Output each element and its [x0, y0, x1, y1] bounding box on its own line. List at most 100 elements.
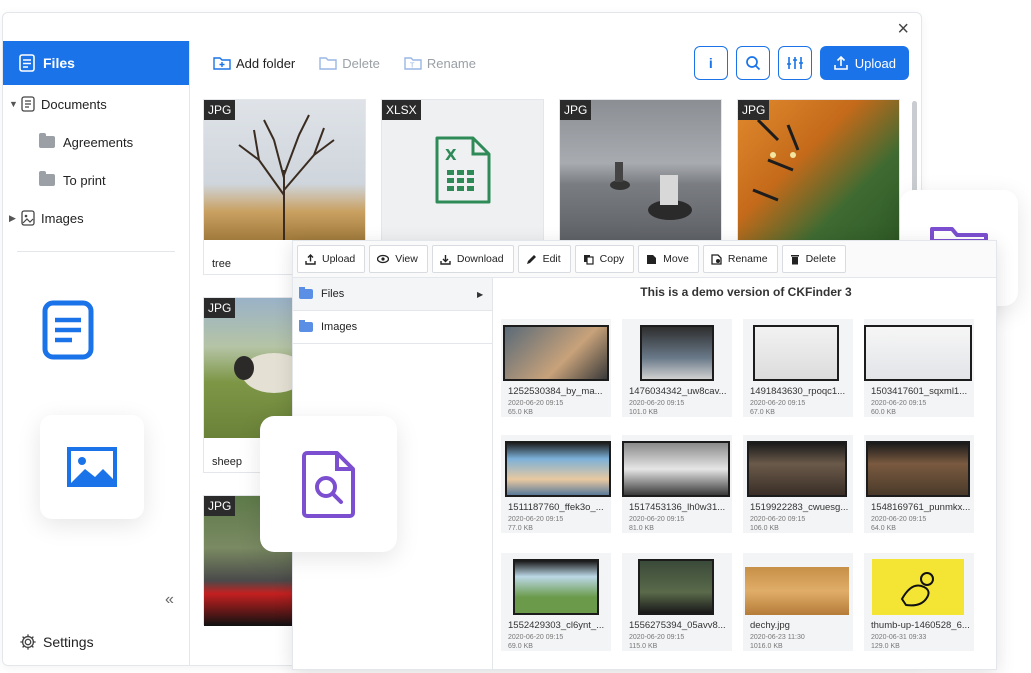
file-meta: 2020-06-20 09:15 64.0 KB — [871, 515, 926, 533]
sidebar-item-label: Images — [41, 210, 84, 226]
chevron-right-icon[interactable]: ▶ — [477, 290, 483, 299]
file-name: 1476034342_uw8cav... — [629, 386, 727, 397]
sidebar-item-images[interactable]: ▶ Images — [3, 199, 189, 237]
download-icon — [440, 254, 451, 265]
rename-button[interactable]: T Rename — [404, 55, 476, 71]
rename-label: Rename — [426, 55, 476, 71]
file-size: 81.0 KB — [629, 525, 654, 532]
download-button[interactable]: Download — [431, 245, 514, 273]
file-meta: 2020-06-20 09:15 77.0 KB — [508, 515, 563, 533]
file-thumbnail — [747, 441, 847, 497]
file-tile[interactable]: 1491843630_rpoqc1... 2020-06-20 09:15 67.… — [743, 319, 853, 417]
search-button[interactable] — [735, 46, 770, 80]
file-tile[interactable]: thumb-up-1460528_6... 2020-06-31 09:33 12… — [864, 553, 974, 651]
view-button[interactable]: View — [369, 245, 428, 273]
sidebar-item-agreements[interactable]: Agreements — [3, 123, 189, 161]
search-file-icon — [301, 451, 355, 518]
file-thumbnail — [622, 441, 730, 497]
search-icon — [745, 56, 760, 71]
sidebar-item-label: Files — [43, 55, 75, 71]
file-thumbnail — [638, 559, 714, 615]
sidebar-item-label: To print — [63, 172, 106, 188]
image-icon — [67, 447, 117, 487]
street-thumbnail — [560, 100, 721, 240]
folder-item-images[interactable]: Images — [293, 311, 492, 344]
file-meta: 2020-06-20 09:15 65.0 KB — [508, 399, 563, 417]
document-icon — [21, 96, 35, 112]
folder-item-files[interactable]: Files ▶ — [293, 278, 492, 311]
file-type-badge: JPG — [204, 100, 236, 120]
download-label: Download — [456, 253, 504, 265]
chevron-down-icon[interactable]: ▼ — [9, 99, 19, 109]
file-meta: 2020-06-23 11:30 1016.0 KB — [750, 633, 805, 651]
file-name: 1552429303_cl6ynt_... — [508, 620, 605, 631]
app-stage: × Files ▼ Documents Agreements To print … — [0, 0, 1031, 673]
tree-thumbnail — [204, 100, 365, 240]
folder-icon — [39, 133, 55, 148]
file-tile[interactable]: 1552429303_cl6ynt_... 2020-06-20 09:15 69… — [501, 553, 611, 651]
copy-button[interactable]: Copy — [574, 245, 635, 273]
file-size: 65.0 KB — [508, 409, 533, 416]
file-meta: 2020-06-20 09:15 67.0 KB — [750, 399, 805, 417]
collapse-sidebar-icon[interactable]: « — [165, 591, 174, 609]
upload-label: Upload — [854, 55, 896, 71]
file-type-badge: JPG — [204, 496, 236, 516]
file-date: 2020-06-20 09:15 — [629, 516, 685, 523]
delete-label: Delete — [805, 253, 836, 265]
close-icon[interactable]: × — [897, 18, 909, 41]
file-name: thumb-up-1460528_6... — [871, 620, 970, 631]
document-icon — [42, 300, 94, 360]
file-tile[interactable]: 1548169761_punmkx... 2020-06-20 09:15 64.… — [864, 435, 974, 533]
svg-text:X: X — [445, 146, 457, 164]
folder-label: Files — [321, 288, 345, 300]
move-icon — [647, 254, 657, 264]
info-button[interactable]: i — [693, 46, 728, 80]
file-date: 2020-06-31 09:33 — [871, 634, 927, 641]
delete-button[interactable]: Delete — [319, 55, 380, 71]
edit-button[interactable]: Edit — [517, 245, 571, 273]
file-size: 67.0 KB — [750, 409, 775, 416]
file-tile[interactable]: 1252530384_by_ma... 2020-06-20 09:15 65.0… — [501, 319, 611, 417]
file-tile[interactable]: 1519922283_cwuesg... 2020-06-20 09:15 106… — [743, 435, 853, 533]
toolbar-right: i Upload — [693, 46, 909, 80]
settings-button[interactable]: Settings — [19, 633, 94, 651]
file-tile[interactable]: 1517453136_lh0w31... 2020-06-20 09:15 81.… — [622, 435, 732, 533]
file-size: 101.0 KB — [629, 409, 658, 416]
file-tile[interactable]: 1476034342_uw8cav... 2020-06-20 09:15 101… — [622, 319, 732, 417]
file-date: 2020-06-20 09:15 — [508, 400, 564, 407]
sidebar-item-files[interactable]: Files — [3, 41, 189, 85]
rename-button[interactable]: Rename — [702, 245, 778, 273]
sidebar-item-documents[interactable]: ▼ Documents — [3, 85, 189, 123]
file-meta: 2020-06-31 09:33 129.0 KB — [871, 633, 926, 651]
upload-button[interactable]: Upload — [297, 245, 366, 273]
file-meta: 2020-06-20 09:15 81.0 KB — [629, 515, 684, 533]
file-size: 60.0 KB — [871, 409, 896, 416]
file-type-badge: XLSX — [382, 100, 421, 120]
file-size: 1016.0 KB — [750, 643, 783, 650]
file-tile[interactable]: 1556275394_05avv8... 2020-06-20 09:15 115… — [622, 553, 732, 651]
file-tile[interactable]: 1503417601_sqxml1... 2020-06-20 09:15 60.… — [864, 319, 974, 417]
add-folder-icon — [213, 57, 231, 70]
sidebar-item-to-print[interactable]: To print — [3, 161, 189, 199]
sidebar-divider — [17, 251, 175, 252]
move-button[interactable]: Move — [638, 245, 699, 273]
chevron-right-icon[interactable]: ▶ — [9, 213, 19, 224]
sidebar-item-label: Documents — [41, 96, 107, 112]
filter-icon — [786, 57, 803, 69]
file-thumbnail — [505, 441, 611, 497]
gear-icon — [20, 634, 36, 650]
folder-icon — [39, 171, 55, 186]
trash-icon — [790, 254, 799, 264]
file-tile[interactable]: dechy.jpg 2020-06-23 11:30 1016.0 KB — [743, 553, 853, 651]
file-thumbnail — [503, 325, 609, 381]
file-thumbnail — [864, 325, 972, 381]
pencil-icon — [526, 254, 536, 264]
rename-icon — [711, 253, 722, 265]
file-size: 115.0 KB — [629, 643, 658, 650]
delete-button[interactable]: Delete — [781, 245, 846, 273]
folder-icon — [299, 287, 313, 299]
filter-button[interactable] — [777, 46, 812, 80]
add-folder-button[interactable]: Add folder — [213, 55, 295, 71]
file-tile[interactable]: 1511187760_ffek3o_... 2020-06-20 09:15 77… — [501, 435, 611, 533]
upload-button[interactable]: Upload — [819, 46, 909, 80]
